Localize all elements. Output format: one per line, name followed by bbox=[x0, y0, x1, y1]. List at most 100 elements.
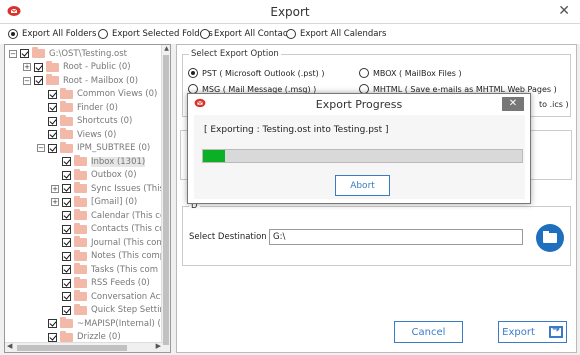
tree-item[interactable]: Tasks (This com bbox=[51, 263, 158, 276]
folder-checkbox[interactable] bbox=[48, 332, 57, 342]
tree-item-label: Root - Mailbox (0) bbox=[63, 75, 139, 86]
folder-checkbox[interactable] bbox=[62, 278, 71, 288]
radio-indicator[interactable] bbox=[200, 29, 210, 39]
folder-icon bbox=[60, 128, 73, 139]
scroll-left-icon[interactable]: ◀ bbox=[7, 342, 12, 350]
folder-checkbox[interactable] bbox=[62, 305, 71, 315]
tree-item[interactable]: + Root - Public (0) bbox=[23, 60, 131, 74]
tree-item[interactable]: Contacts (This co bbox=[51, 222, 165, 236]
tree-item[interactable]: − G:\OST\Testing.ost bbox=[9, 47, 127, 60]
folder-checkbox[interactable] bbox=[48, 116, 57, 126]
radio-export-all-contacts[interactable]: Export All Contacts bbox=[200, 29, 295, 39]
tree-vertical-scrollbar[interactable]: ▲ bbox=[161, 45, 170, 352]
radio-export-all-calendars[interactable]: Export All Calendars bbox=[286, 29, 386, 39]
folder-checkbox[interactable] bbox=[48, 143, 57, 153]
tree-item[interactable]: − IPM_SUBTREE (0) bbox=[37, 141, 150, 155]
tree-item-label: Notes (This comp bbox=[91, 251, 166, 261]
radio-ics-partial[interactable]: to .ics ) bbox=[539, 100, 569, 109]
folder-checkbox[interactable] bbox=[62, 197, 71, 207]
folder-checkbox[interactable] bbox=[34, 62, 43, 72]
cancel-label: Cancel bbox=[411, 326, 446, 338]
tree-item[interactable]: Conversation Act bbox=[51, 290, 164, 303]
tree-item[interactable]: Common Views (0) bbox=[37, 87, 158, 101]
scroll-right-icon[interactable]: ▶ bbox=[156, 342, 161, 350]
collapse-icon[interactable]: − bbox=[9, 49, 17, 58]
folder-checkbox[interactable] bbox=[62, 224, 71, 234]
tree-item[interactable]: Calendar (This co bbox=[51, 209, 165, 222]
tree-item-label: RSS Feeds (0) bbox=[91, 278, 150, 288]
folder-checkbox[interactable] bbox=[62, 211, 71, 220]
folder-checkbox[interactable] bbox=[34, 76, 43, 85]
radio-export-all-folders[interactable]: Export All Folders bbox=[8, 29, 96, 39]
collapse-icon[interactable]: − bbox=[37, 144, 45, 152]
radio-indicator[interactable] bbox=[359, 68, 369, 78]
tree-item-label: Common Views (0) bbox=[77, 89, 158, 99]
radio-indicator[interactable] bbox=[188, 68, 198, 78]
folder-checkbox[interactable] bbox=[62, 170, 71, 180]
radio-mbox[interactable]: MBOX ( MailBox Files ) bbox=[359, 68, 462, 78]
export-button[interactable]: Export bbox=[498, 321, 567, 343]
folder-checkbox[interactable] bbox=[62, 265, 71, 274]
folder-checkbox[interactable] bbox=[62, 184, 71, 193]
tree-item[interactable]: Inbox (1301) bbox=[51, 155, 146, 168]
radio-indicator[interactable] bbox=[286, 29, 296, 39]
tree-horizontal-scrollbar[interactable]: ◀ ▶ bbox=[5, 342, 163, 352]
folder-icon bbox=[74, 276, 87, 288]
tree-item[interactable]: Journal (This con bbox=[51, 236, 162, 249]
tree-item[interactable]: Views (0) bbox=[37, 128, 116, 141]
radio-indicator[interactable] bbox=[98, 29, 108, 39]
tree-item[interactable]: + Sync Issues (This bbox=[51, 182, 164, 195]
folder-icon bbox=[74, 222, 87, 234]
folder-icon bbox=[74, 236, 87, 247]
destination-group: D Select Destination Path G:\ bbox=[182, 201, 571, 266]
tree-item[interactable]: − Root - Mailbox (0) bbox=[23, 74, 138, 87]
tree-item[interactable]: Quick Step Settin bbox=[51, 303, 165, 317]
tree-item-label: Contacts (This co bbox=[91, 224, 165, 234]
tree-item-label: Conversation Act bbox=[91, 291, 164, 302]
abort-label: Abort bbox=[350, 180, 375, 191]
scrollbar-thumb[interactable] bbox=[17, 345, 127, 351]
radio-export-selected-folders[interactable]: Export Selected Folders bbox=[98, 29, 213, 39]
window-title: Export bbox=[270, 5, 310, 19]
scroll-up-icon[interactable]: ▲ bbox=[162, 45, 170, 52]
folder-checkbox[interactable] bbox=[48, 130, 57, 139]
folder-icon bbox=[74, 249, 87, 261]
tree-item[interactable]: + [Gmail] (0) bbox=[51, 195, 137, 209]
abort-button[interactable]: Abort bbox=[335, 175, 390, 196]
folder-icon bbox=[74, 290, 87, 301]
cancel-button[interactable]: Cancel bbox=[394, 321, 463, 343]
tree-item[interactable]: Notes (This comp bbox=[51, 249, 166, 263]
radio-label: Export Selected Folders bbox=[112, 29, 213, 39]
folder-checkbox[interactable] bbox=[62, 238, 71, 247]
folder-icon bbox=[60, 141, 73, 153]
expand-icon[interactable]: + bbox=[23, 63, 31, 71]
destination-path-input[interactable]: G:\ bbox=[269, 229, 523, 245]
scrollbar-thumb[interactable] bbox=[163, 55, 169, 345]
expand-icon[interactable]: + bbox=[51, 198, 59, 206]
tree-item[interactable]: ~MAPISP(Internal) (0 bbox=[37, 317, 166, 330]
collapse-icon[interactable]: − bbox=[23, 76, 31, 85]
folder-open-icon[interactable] bbox=[536, 224, 564, 252]
folder-checkbox[interactable] bbox=[62, 251, 71, 261]
folder-checkbox[interactable] bbox=[48, 103, 57, 112]
folder-checkbox[interactable] bbox=[62, 157, 71, 166]
export-scope-bar: Export All Folders Export Selected Folde… bbox=[0, 24, 580, 44]
folder-checkbox[interactable] bbox=[62, 292, 71, 301]
folder-checkbox[interactable] bbox=[48, 89, 57, 99]
close-icon[interactable]: ✕ bbox=[558, 3, 570, 19]
folder-checkbox[interactable] bbox=[48, 319, 57, 328]
radio-indicator[interactable] bbox=[8, 29, 18, 39]
expand-icon[interactable]: + bbox=[51, 184, 59, 193]
close-icon[interactable]: ✕ bbox=[502, 97, 524, 111]
folder-tree[interactable]: − G:\OST\Testing.ost + Root - Public (0) − Ro… bbox=[4, 44, 171, 353]
tree-item-label: Calendar (This co bbox=[91, 210, 166, 221]
tree-item[interactable]: RSS Feeds (0) bbox=[51, 276, 150, 290]
tree-item[interactable]: Finder (0) bbox=[37, 101, 118, 114]
radio-pst[interactable]: PST ( Microsoft Outlook (.pst) ) bbox=[188, 68, 324, 78]
tree-item[interactable]: Outbox (0) bbox=[51, 168, 137, 182]
tree-item-label: ~MAPISP(Internal) (0 bbox=[77, 318, 167, 329]
tree-item[interactable]: Shortcuts (0) bbox=[37, 114, 132, 128]
folder-icon bbox=[60, 101, 73, 112]
folder-checkbox[interactable] bbox=[20, 49, 29, 58]
export-progress-dialog: Export Progress ✕ [ Exporting : Testing.… bbox=[187, 93, 531, 204]
